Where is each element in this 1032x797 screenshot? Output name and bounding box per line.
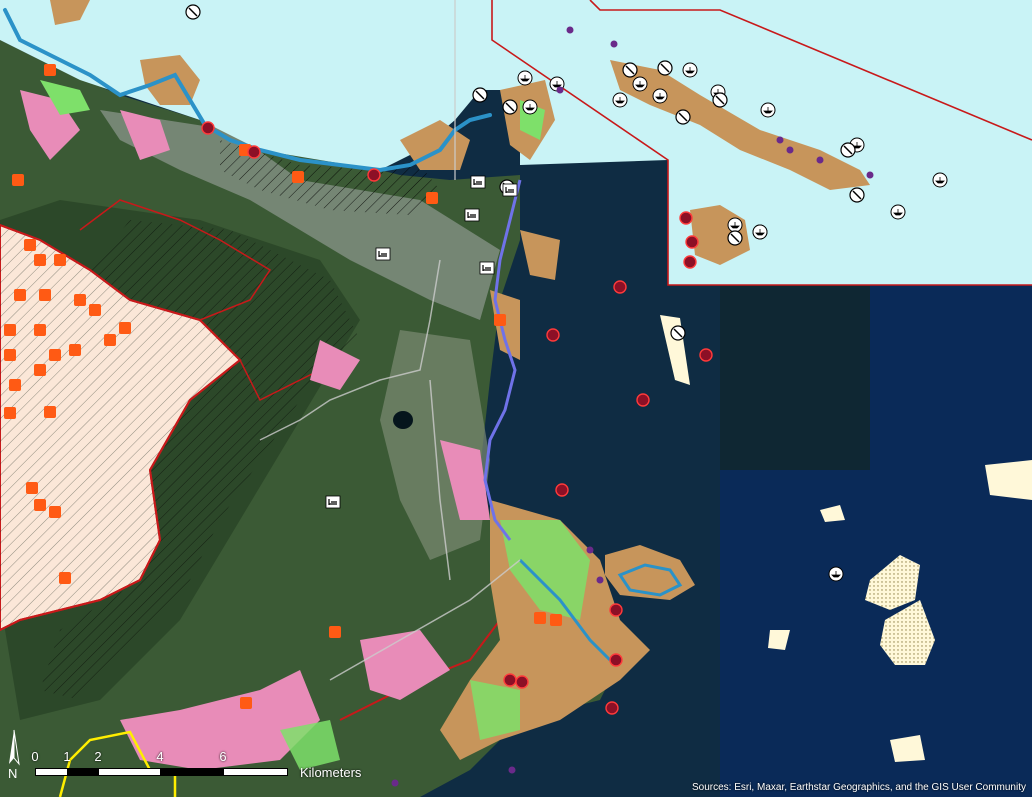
site-square-icon[interactable]	[34, 324, 46, 336]
site-square-icon[interactable]	[4, 407, 16, 419]
site-square-icon[interactable]	[292, 171, 304, 183]
scale-segment-3	[98, 768, 162, 776]
dive-site-icon[interactable]	[613, 280, 627, 294]
site-square-icon[interactable]	[69, 344, 81, 356]
scale-tick-1: 1	[63, 749, 71, 764]
seagrass-point-icon	[866, 171, 874, 179]
site-square-icon[interactable]	[54, 254, 66, 266]
site-square-icon[interactable]	[26, 482, 38, 494]
seagrass-point-icon	[391, 779, 399, 787]
site-square-icon[interactable]	[59, 572, 71, 584]
scale-segment-4	[160, 768, 225, 776]
site-square-icon[interactable]	[34, 364, 46, 376]
seagrass-point-icon	[776, 136, 784, 144]
seagrass-point-icon	[786, 146, 794, 154]
seagrass-point-icon	[610, 40, 618, 48]
site-square-icon[interactable]	[12, 174, 24, 186]
dive-site-icon[interactable]	[609, 653, 623, 667]
site-square-icon[interactable]	[44, 64, 56, 76]
seagrass-point-icon	[816, 156, 824, 164]
site-square-icon[interactable]	[329, 626, 341, 638]
dive-site-icon[interactable]	[247, 145, 261, 159]
dive-site-icon[interactable]	[546, 328, 560, 342]
dive-site-icon[interactable]	[367, 168, 381, 182]
scale-tick-4: 4	[156, 749, 164, 764]
seagrass-point-icon	[566, 26, 574, 34]
dive-site-icon[interactable]	[685, 235, 699, 249]
site-square-icon[interactable]	[89, 304, 101, 316]
site-square-icon[interactable]	[49, 506, 61, 518]
dive-site-icon[interactable]	[605, 701, 619, 715]
scale-tick-0: 0	[31, 749, 39, 764]
site-square-icon[interactable]	[74, 294, 86, 306]
site-square-icon[interactable]	[550, 614, 562, 626]
map-canvas[interactable]	[0, 0, 1032, 797]
site-square-icon[interactable]	[119, 322, 131, 334]
site-square-icon[interactable]	[494, 314, 506, 326]
site-square-icon[interactable]	[24, 239, 36, 251]
site-square-icon[interactable]	[4, 324, 16, 336]
scale-bar: 0 1 2 4 6 Kilometers	[10, 745, 370, 785]
site-square-icon[interactable]	[49, 349, 61, 361]
scale-segment-5	[223, 768, 288, 776]
site-square-icon[interactable]	[14, 289, 26, 301]
dive-site-icon[interactable]	[201, 121, 215, 135]
reef-area-3	[985, 460, 1032, 500]
seagrass-point-icon	[556, 86, 564, 94]
dive-site-icon[interactable]	[636, 393, 650, 407]
site-square-icon[interactable]	[240, 697, 252, 709]
site-square-icon[interactable]	[534, 612, 546, 624]
dive-site-icon[interactable]	[555, 483, 569, 497]
dive-site-icon[interactable]	[609, 603, 623, 617]
scale-units: Kilometers	[300, 765, 362, 780]
dive-site-icon[interactable]	[699, 348, 713, 362]
dive-site-icon[interactable]	[679, 211, 693, 225]
site-square-icon[interactable]	[44, 406, 56, 418]
scale-segment-2	[67, 768, 100, 776]
seagrass-point-icon	[508, 766, 516, 774]
site-square-icon[interactable]	[34, 499, 46, 511]
seagrass-point-icon	[596, 576, 604, 584]
site-square-icon[interactable]	[426, 192, 438, 204]
site-square-icon[interactable]	[34, 254, 46, 266]
dive-site-icon[interactable]	[503, 673, 517, 687]
dive-site-icon[interactable]	[683, 255, 697, 269]
site-square-icon[interactable]	[104, 334, 116, 346]
scale-tick-6: 6	[219, 749, 227, 764]
seagrass-point-icon	[586, 546, 594, 554]
attribution-text: Sources: Esri, Maxar, Earthstar Geograph…	[691, 782, 1026, 793]
scale-segment-1	[35, 768, 68, 776]
site-square-icon[interactable]	[39, 289, 51, 301]
dive-site-icon[interactable]	[515, 675, 529, 689]
scale-tick-2: 2	[94, 749, 102, 764]
lake	[393, 411, 413, 429]
site-square-icon[interactable]	[9, 379, 21, 391]
site-square-icon[interactable]	[4, 349, 16, 361]
